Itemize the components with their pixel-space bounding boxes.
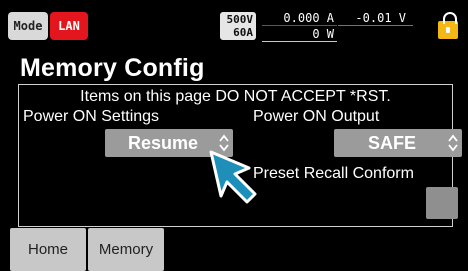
lock-shackle (443, 12, 457, 24)
lock-keyhole (446, 27, 450, 33)
rating-current: 60A (233, 26, 253, 39)
power-on-output-value: SAFE (367, 132, 416, 153)
rating-indicator: 500V 60A (220, 12, 256, 40)
voltage-reading: -0.01 V (355, 11, 406, 25)
tab-memory[interactable]: Memory (88, 228, 164, 271)
power-on-settings-label: Power ON Settings (23, 108, 160, 125)
preset-recall-conform-label: Preset Recall Conform (253, 165, 414, 182)
pointer-cursor-icon (209, 150, 257, 204)
preset-recall-conform-checkbox[interactable] (426, 187, 458, 219)
rating-voltage: 500V (226, 13, 254, 26)
mode-button[interactable]: Mode (8, 12, 48, 40)
voltage-underline (338, 25, 413, 26)
power-on-output-label: Power ON Output (253, 108, 380, 125)
power-on-output-select[interactable]: SAFE (334, 129, 462, 157)
page-title: Memory Config (20, 54, 205, 82)
up-down-chevron-icon (448, 134, 458, 152)
power-reading: 0 W (312, 27, 334, 41)
tab-home[interactable]: Home (10, 228, 86, 271)
rst-notice: Items on this page DO NOT ACCEPT *RST. (80, 88, 391, 105)
lock-icon[interactable] (438, 12, 458, 39)
lan-status-badge: LAN (50, 12, 88, 40)
current-underline (262, 25, 337, 26)
current-reading: 0.000 A (283, 11, 334, 25)
power-underline (262, 41, 337, 42)
